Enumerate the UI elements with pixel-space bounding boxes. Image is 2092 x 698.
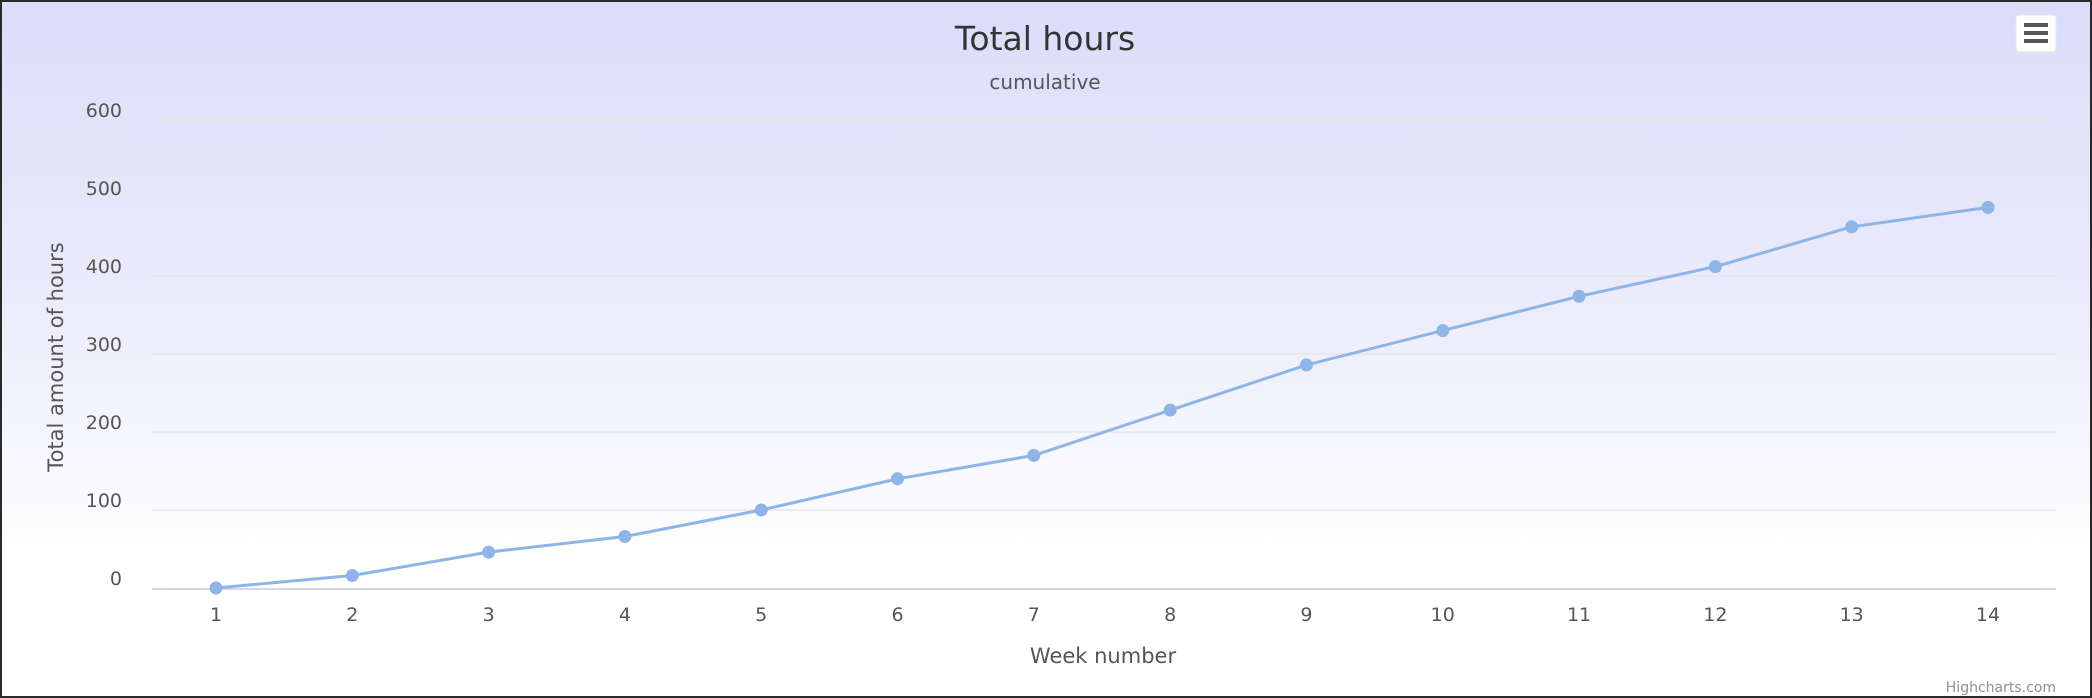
y-tick-label: 600 — [86, 100, 122, 122]
gridlines — [152, 119, 2056, 590]
data-point[interactable] — [618, 530, 632, 544]
data-point[interactable] — [1708, 260, 1722, 274]
data-point[interactable] — [1436, 324, 1450, 338]
x-tick-label: 9 — [1300, 604, 1312, 626]
data-point[interactable] — [1163, 403, 1177, 417]
data-point[interactable] — [1299, 358, 1313, 372]
x-tick-label: 7 — [1028, 604, 1040, 626]
data-point[interactable] — [754, 503, 768, 517]
y-tick-label: 300 — [86, 334, 122, 356]
y-tick-label: 200 — [86, 412, 122, 434]
y-tick-label: 500 — [86, 178, 122, 200]
data-point[interactable] — [482, 545, 496, 559]
x-tick-label: 2 — [346, 604, 358, 626]
x-axis-title: Week number — [1030, 644, 1177, 668]
data-point[interactable] — [891, 472, 905, 486]
chart-subtitle: cumulative — [989, 70, 1100, 94]
data-point[interactable] — [1572, 289, 1586, 303]
credits-link[interactable]: Highcharts.com — [1946, 680, 2056, 696]
x-tick-label: 4 — [619, 604, 631, 626]
x-tick-label: 10 — [1431, 604, 1455, 626]
data-point[interactable] — [209, 581, 223, 595]
data-point[interactable] — [1845, 220, 1859, 234]
series-line — [215, 205, 1989, 590]
series-group — [209, 200, 1995, 595]
x-tick-label: 11 — [1567, 604, 1591, 626]
y-tick-label: 100 — [86, 490, 122, 512]
x-tick-label: 14 — [1976, 604, 2000, 626]
x-tick-label: 1 — [210, 604, 222, 626]
data-point[interactable] — [1981, 200, 1995, 214]
hamburger-menu-icon[interactable] — [2015, 14, 2057, 53]
x-tick-label: 3 — [483, 604, 495, 626]
y-axis-title: Total amount of hours — [44, 242, 68, 472]
x-tick-label: 5 — [755, 604, 767, 626]
data-point[interactable] — [1027, 448, 1041, 462]
x-axis-ticks: 1 2 3 4 5 6 7 8 9 10 11 12 13 14 — [210, 604, 2000, 626]
data-point[interactable] — [345, 569, 359, 583]
x-tick-label: 12 — [1703, 604, 1727, 626]
x-tick-label: 8 — [1164, 604, 1176, 626]
x-tick-label: 13 — [1840, 604, 1864, 626]
y-axis-ticks: 0 100 200 300 400 500 600 — [86, 100, 122, 590]
x-tick-label: 6 — [891, 604, 903, 626]
line-chart: Total hours cumulative 0 100 200 300 400 500 6… — [44, 14, 2057, 696]
y-tick-label: 400 — [86, 256, 122, 278]
y-tick-label: 0 — [110, 568, 122, 590]
chart-title: Total hours — [954, 19, 1135, 58]
